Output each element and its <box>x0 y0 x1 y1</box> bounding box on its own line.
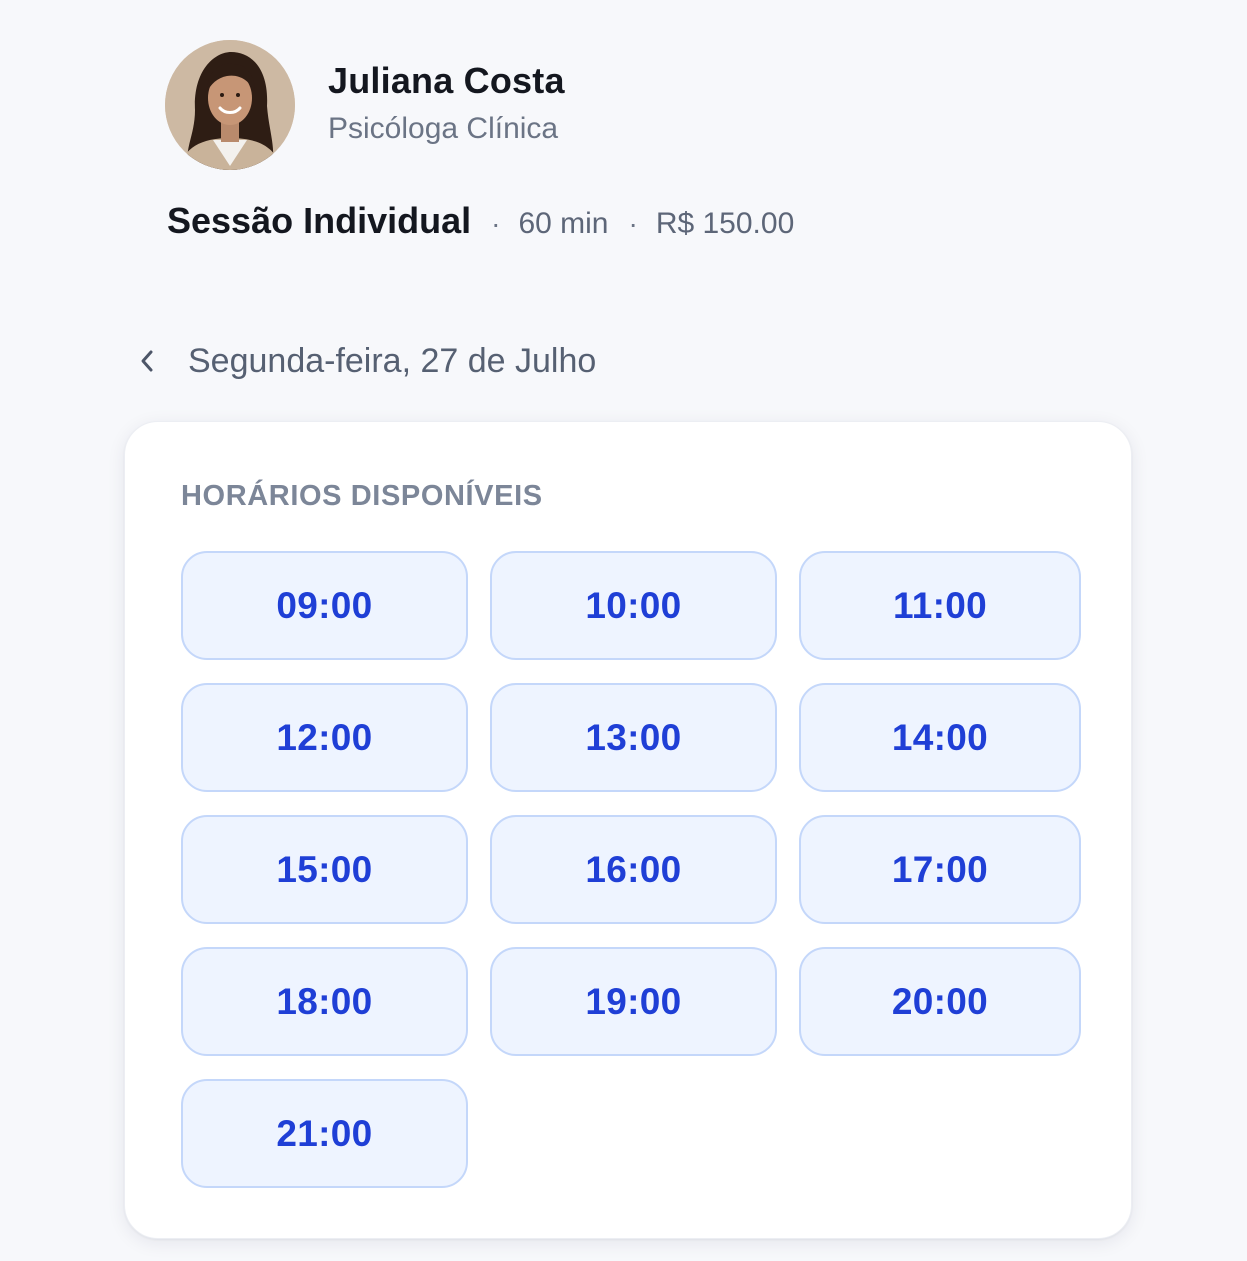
professional-name: Juliana Costa <box>328 60 565 101</box>
time-slot-button[interactable]: 12:00 <box>181 683 468 792</box>
time-slot-button[interactable]: 13:00 <box>490 683 777 792</box>
time-slot-button[interactable]: 15:00 <box>181 815 468 924</box>
service-duration: 60 min <box>518 207 609 240</box>
time-slot-button[interactable]: 20:00 <box>799 947 1081 1056</box>
time-slot-button[interactable]: 10:00 <box>490 551 777 660</box>
avatar <box>165 40 295 170</box>
booking-page: Juliana Costa Psicóloga Clínica Sessão I… <box>0 0 1247 1261</box>
time-slot-button[interactable]: 16:00 <box>490 815 777 924</box>
professional-role: Psicóloga Clínica <box>328 112 559 145</box>
service-summary: Sessão Individual · 60 min · R$ 150.00 <box>167 200 794 242</box>
time-slot-button[interactable]: 19:00 <box>490 947 777 1056</box>
slots-grid: 09:00 10:00 11:00 12:00 13:00 14:00 15:0… <box>181 551 1081 1188</box>
separator-dot: · <box>491 208 501 239</box>
service-name: Sessão Individual <box>167 200 472 241</box>
separator-dot: · <box>628 208 638 239</box>
time-slot-button[interactable]: 11:00 <box>799 551 1081 660</box>
previous-day-button[interactable] <box>130 338 164 384</box>
chevron-left-icon <box>141 350 153 372</box>
time-slot-button[interactable]: 09:00 <box>181 551 468 660</box>
time-slot-button[interactable]: 14:00 <box>799 683 1081 792</box>
avatar-photo <box>165 40 295 170</box>
slots-heading: HORÁRIOS DISPONÍVEIS <box>181 480 543 512</box>
selected-date: Segunda-feira, 27 de Julho <box>188 341 597 380</box>
available-slots-card: HORÁRIOS DISPONÍVEIS 09:00 10:00 11:00 1… <box>124 421 1132 1239</box>
service-price: R$ 150.00 <box>655 207 795 240</box>
time-slot-button[interactable]: 17:00 <box>799 815 1081 924</box>
time-slot-button[interactable]: 18:00 <box>181 947 468 1056</box>
time-slot-button[interactable]: 21:00 <box>181 1079 468 1188</box>
date-navigation: Segunda-feira, 27 de Julho <box>130 338 596 384</box>
